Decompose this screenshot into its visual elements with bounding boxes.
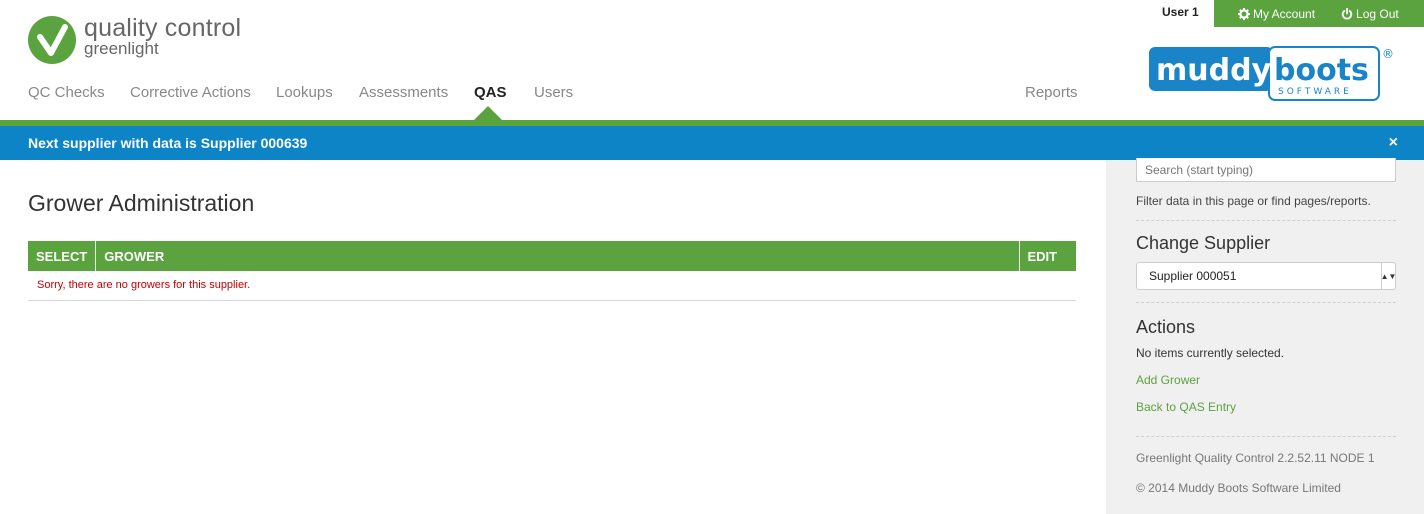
- search-hint: Filter data in this page or find pages/r…: [1136, 194, 1371, 208]
- column-edit[interactable]: EDIT: [1019, 241, 1076, 271]
- logo-subtitle: greenlight: [84, 39, 159, 58]
- muddy-boots-logo: muddy boots SOFTWARE ®: [1148, 46, 1396, 109]
- table-row: Sorry, there are no growers for this sup…: [28, 271, 1076, 301]
- sidebar: Filter data in this page or find pages/r…: [1106, 158, 1424, 514]
- divider: [1136, 220, 1396, 221]
- empty-message: Sorry, there are no growers for this sup…: [28, 271, 1076, 301]
- nav-assessments[interactable]: Assessments: [359, 84, 448, 101]
- column-grower[interactable]: GROWER: [95, 241, 1020, 271]
- logo-title: quality control: [84, 14, 242, 42]
- nav-corrective-actions[interactable]: Corrective Actions: [130, 84, 251, 101]
- header: quality control greenlight QC Checks Cor…: [0, 0, 1424, 120]
- nav-qc-checks[interactable]: QC Checks: [28, 84, 105, 101]
- nav-lookups[interactable]: Lookups: [276, 84, 333, 101]
- change-supplier-heading: Change Supplier: [1136, 233, 1271, 253]
- main-content: Grower Administration SELECT GROWER EDIT…: [28, 160, 1076, 301]
- log-out-label: Log Out: [1356, 6, 1399, 21]
- logo-text: quality control greenlight: [84, 16, 241, 58]
- supplier-selected-value: Supplier 000051: [1149, 269, 1237, 283]
- nav-reports[interactable]: Reports: [1025, 84, 1078, 101]
- gear-icon: [1238, 7, 1250, 20]
- copyright-text: © 2014 Muddy Boots Software Limited: [1136, 481, 1341, 495]
- account-bar: My Account Log Out: [1214, 0, 1424, 27]
- nav-users[interactable]: Users: [534, 84, 573, 101]
- actions-heading: Actions: [1136, 317, 1196, 337]
- my-account-link[interactable]: My Account: [1238, 7, 1315, 21]
- table-header-row: SELECT GROWER EDIT: [28, 241, 1076, 271]
- notification-bar: Next supplier with data is Supplier 0006…: [0, 126, 1424, 160]
- notification-text: Next supplier with data is Supplier 0006…: [28, 135, 308, 151]
- version-text: Greenlight Quality Control 2.2.52.11 NOD…: [1136, 451, 1375, 465]
- back-to-qas-entry-link[interactable]: Back to QAS Entry: [1136, 400, 1396, 414]
- user-name: User 1: [1162, 5, 1199, 19]
- divider: [1136, 302, 1396, 303]
- column-select[interactable]: SELECT: [28, 241, 97, 271]
- check-logo-icon: [28, 16, 76, 64]
- svg-text:®: ®: [1382, 47, 1394, 61]
- add-grower-link[interactable]: Add Grower: [1136, 373, 1396, 387]
- log-out-link[interactable]: Log Out: [1341, 7, 1399, 21]
- my-account-label: My Account: [1253, 6, 1316, 21]
- nav-qas[interactable]: QAS: [474, 84, 507, 101]
- page-title: Grower Administration: [28, 190, 255, 216]
- grower-table: SELECT GROWER EDIT Sorry, there are no g…: [28, 241, 1076, 301]
- active-nav-pointer: [474, 106, 502, 120]
- no-items-text: No items currently selected.: [1136, 346, 1285, 360]
- power-icon: [1341, 7, 1353, 19]
- main-nav: QC Checks Corrective Actions Lookups Ass…: [28, 84, 1078, 120]
- close-icon[interactable]: ×: [1389, 134, 1398, 152]
- divider: [1136, 436, 1396, 437]
- svg-text:SOFTWARE: SOFTWARE: [1278, 87, 1352, 97]
- supplier-select[interactable]: Supplier 000051 ▲▼: [1136, 262, 1396, 290]
- svg-text:muddy: muddy: [1156, 53, 1272, 88]
- search-input[interactable]: [1136, 158, 1396, 182]
- app-logo[interactable]: quality control greenlight: [28, 16, 241, 64]
- dropdown-arrow-icon[interactable]: ▲▼: [1381, 263, 1396, 289]
- svg-text:boots: boots: [1274, 53, 1369, 88]
